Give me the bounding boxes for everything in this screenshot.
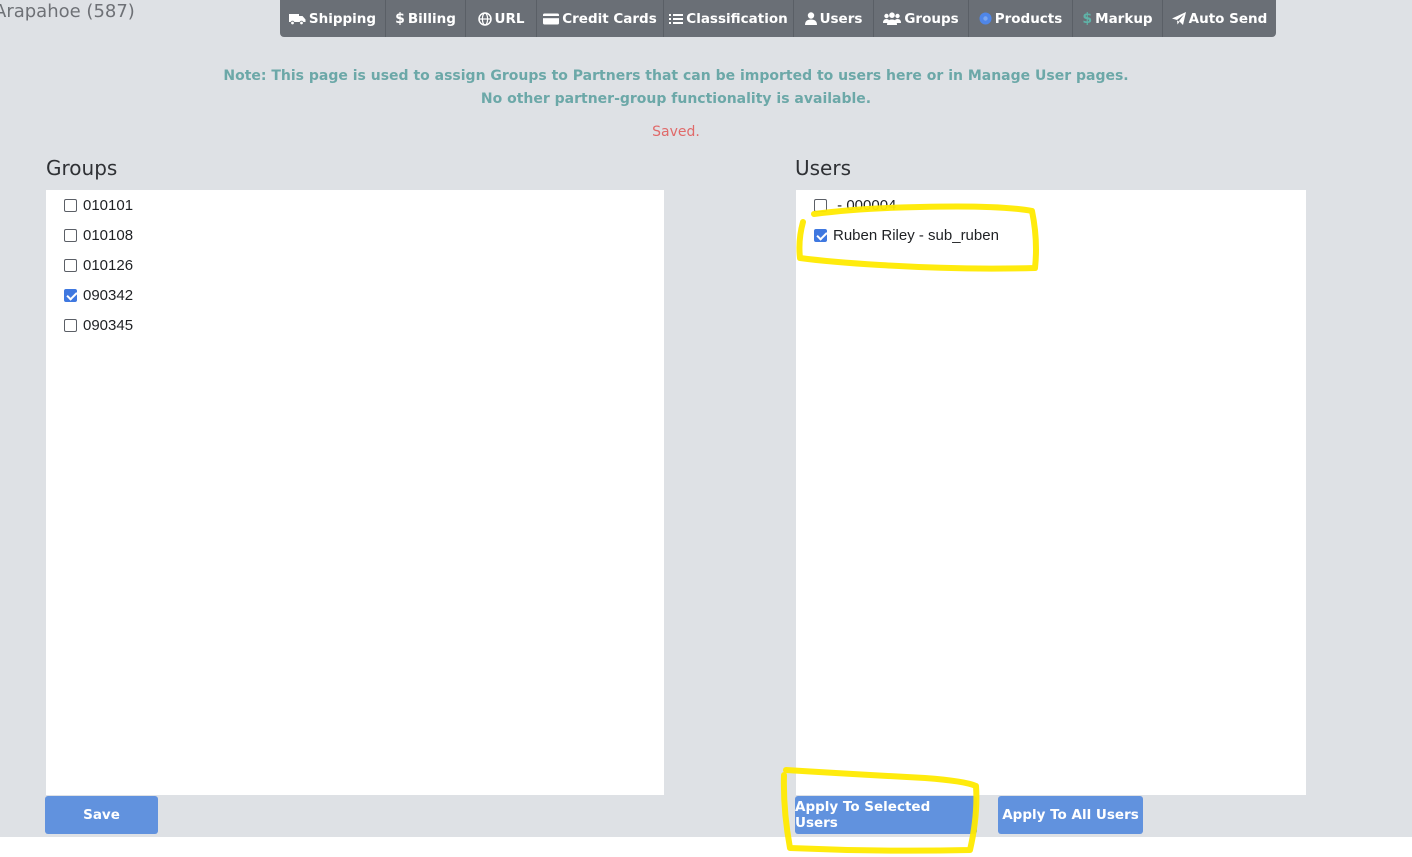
- group-checkbox[interactable]: [64, 288, 77, 302]
- list-icon: [669, 13, 684, 25]
- group-item[interactable]: 010126: [64, 255, 133, 275]
- dollar-icon: $: [1082, 10, 1093, 27]
- nav-credit-cards[interactable]: Credit Cards: [537, 0, 664, 37]
- nav-shipping[interactable]: Shipping: [280, 0, 386, 37]
- group-item[interactable]: 090342: [64, 285, 133, 305]
- group-label: 090345: [83, 316, 134, 334]
- paper-plane-icon: [1171, 12, 1186, 25]
- group-item[interactable]: 010108: [64, 225, 133, 245]
- top-nav: Shipping $ Billing URL Credit Cards Clas…: [280, 0, 1276, 37]
- nav-products[interactable]: Products: [969, 0, 1073, 37]
- groups-list: 010101 010108 010126 090342 090345: [46, 190, 664, 795]
- note-line-1: Note: This page is used to assign Groups…: [223, 68, 1129, 84]
- groups-title: Groups: [46, 156, 118, 180]
- group-checkbox[interactable]: [64, 228, 77, 242]
- note-line-2: No other partner-group functionality is …: [480, 91, 872, 107]
- group-checkbox[interactable]: [64, 258, 77, 272]
- product-icon: [979, 12, 992, 25]
- group-checkbox[interactable]: [64, 318, 77, 332]
- dollar-icon: $: [395, 10, 405, 27]
- nav-billing[interactable]: $ Billing: [386, 0, 466, 37]
- user-icon: [804, 12, 817, 25]
- status-message: Saved.: [652, 124, 700, 140]
- nav-groups[interactable]: Groups: [874, 0, 969, 37]
- users-icon: [883, 12, 902, 25]
- group-label: 010101: [83, 196, 134, 214]
- save-button[interactable]: Save: [45, 796, 158, 834]
- nav-users[interactable]: Users: [794, 0, 874, 37]
- credit-card-icon: [543, 13, 560, 25]
- nav-classification[interactable]: Classification: [664, 0, 794, 37]
- nav-label: Markup: [1095, 10, 1153, 27]
- user-label: - 000004: [833, 196, 897, 214]
- user-label: Ruben Riley - sub_ruben: [833, 226, 999, 244]
- user-item[interactable]: Ruben Riley - sub_ruben: [814, 225, 999, 245]
- user-checkbox[interactable]: [814, 228, 827, 242]
- nav-url[interactable]: URL: [466, 0, 537, 37]
- nav-markup[interactable]: $ Markup: [1073, 0, 1163, 37]
- group-label: 010108: [83, 226, 134, 244]
- group-label: 010126: [83, 256, 134, 274]
- nav-label: Billing: [407, 10, 456, 27]
- apply-to-all-users-button[interactable]: Apply To All Users: [998, 796, 1143, 834]
- group-item[interactable]: 090345: [64, 315, 133, 335]
- group-label: 090342: [83, 286, 134, 304]
- nav-label: Users: [819, 10, 863, 27]
- nav-label: Auto Send: [1188, 10, 1268, 27]
- user-checkbox[interactable]: [814, 198, 827, 212]
- apply-to-selected-users-button[interactable]: Apply To Selected Users: [795, 796, 977, 834]
- nav-label: URL: [494, 10, 525, 27]
- group-checkbox[interactable]: [64, 198, 77, 212]
- users-title: Users: [795, 156, 852, 180]
- truck-icon: [288, 13, 306, 25]
- nav-label: Groups: [904, 10, 959, 27]
- nav-label: Classification: [686, 10, 788, 27]
- group-item[interactable]: 010101: [64, 195, 133, 215]
- users-list: - 000004 Ruben Riley - sub_ruben: [796, 190, 1306, 795]
- nav-label: Credit Cards: [562, 10, 657, 27]
- nav-label: Shipping: [308, 10, 377, 27]
- globe-icon: [477, 11, 492, 26]
- nav-auto-send[interactable]: Auto Send: [1163, 0, 1276, 37]
- partner-title: Arapahoe (587): [0, 1, 135, 22]
- user-item[interactable]: - 000004: [814, 195, 896, 215]
- nav-label: Products: [994, 10, 1063, 27]
